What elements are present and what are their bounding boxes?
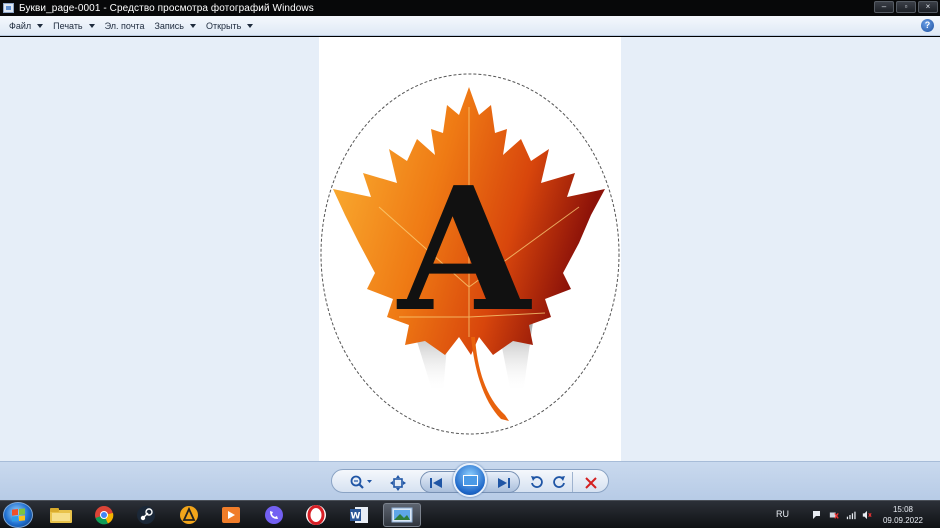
menu-print-label: Печать <box>53 20 83 31</box>
delete-icon <box>585 477 597 489</box>
dropdown-arrow-icon <box>189 23 196 28</box>
taskbar-opera[interactable] <box>297 503 335 527</box>
menu-file[interactable]: Файл <box>4 17 48 35</box>
start-button[interactable] <box>3 502 33 528</box>
next-button[interactable] <box>496 476 512 488</box>
rotate-cw-icon <box>553 476 565 488</box>
clock-time: 15:08 <box>892 505 914 514</box>
dropdown-arrow-icon <box>247 23 254 28</box>
title-bar: Букви_page-0001 - Средство просмотра фот… <box>0 0 940 16</box>
taskbar-viber[interactable] <box>255 503 293 527</box>
minimize-button[interactable]: – <box>874 1 894 13</box>
word-icon: W <box>350 507 368 523</box>
network-warning-icon[interactable] <box>829 510 839 520</box>
window-title: Букви_page-0001 - Средство просмотра фот… <box>19 2 314 14</box>
menu-open-label: Открыть <box>205 20 242 31</box>
svg-text:W: W <box>351 512 361 522</box>
menu-email[interactable]: Эл. почта <box>100 17 150 35</box>
previous-button[interactable] <box>428 476 444 488</box>
media-player-icon <box>222 507 240 523</box>
taskbar-media-player[interactable] <box>212 503 250 527</box>
slideshow-button[interactable] <box>453 463 487 497</box>
menu-email-label: Эл. почта <box>104 20 145 31</box>
slideshow-icon <box>462 474 478 486</box>
volume-muted-icon[interactable] <box>862 510 872 520</box>
chrome-icon <box>95 506 114 525</box>
displayed-photo: A <box>319 37 621 461</box>
rotate-ccw-icon <box>531 476 543 488</box>
taskbar: W RU 15:08 09.09.2022 <box>0 500 940 528</box>
menu-print[interactable]: Печать <box>48 17 99 35</box>
rotate-left-button[interactable] <box>529 475 543 489</box>
taskbar-aimp[interactable] <box>170 503 208 527</box>
taskbar-explorer[interactable] <box>42 503 80 527</box>
viber-icon <box>265 506 283 524</box>
letter-a: A <box>396 150 532 350</box>
window-controls: – ▫ × <box>874 1 938 13</box>
maple-leaf-letter-image: A <box>320 73 620 435</box>
taskbar-chrome[interactable] <box>85 503 123 527</box>
photo-viewer-app-icon <box>3 3 14 13</box>
taskbar-photo-viewer[interactable] <box>383 503 421 527</box>
rotate-right-button[interactable] <box>553 475 567 489</box>
actual-size-button[interactable] <box>390 475 406 491</box>
folder-icon <box>50 508 72 523</box>
action-center-icon[interactable] <box>812 510 822 520</box>
dropdown-arrow-icon <box>37 23 44 28</box>
aimp-icon <box>180 506 198 524</box>
language-indicator[interactable]: RU <box>776 509 789 519</box>
clock[interactable]: 15:08 09.09.2022 <box>880 504 926 526</box>
opera-icon <box>306 505 326 525</box>
taskbar-word[interactable]: W <box>340 503 378 527</box>
menu-burn[interactable]: Запись <box>149 17 201 35</box>
menu-burn-label: Запись <box>154 20 184 31</box>
previous-icon <box>430 478 442 488</box>
menu-file-label: Файл <box>9 20 32 31</box>
signal-icon[interactable] <box>846 510 856 520</box>
zoom-button[interactable] <box>348 474 378 490</box>
next-icon <box>498 478 510 488</box>
photo-viewer-icon <box>391 507 413 523</box>
steam-icon <box>137 506 155 524</box>
actual-size-icon <box>390 475 406 491</box>
clock-date: 09.09.2022 <box>882 516 924 525</box>
maximize-button[interactable]: ▫ <box>896 1 916 13</box>
delete-button[interactable] <box>585 476 597 489</box>
menu-open[interactable]: Открыть <box>201 17 258 35</box>
magnifier-icon <box>350 475 372 489</box>
viewer-area: A <box>0 37 940 461</box>
dropdown-arrow-icon <box>88 23 95 28</box>
close-button[interactable]: × <box>918 1 938 13</box>
divider <box>572 472 573 492</box>
windows-logo-icon <box>11 508 25 522</box>
menu-bar: Файл Печать Эл. почта Запись Открыть ? <box>0 16 940 36</box>
help-icon[interactable]: ? <box>921 19 934 32</box>
taskbar-steam[interactable] <box>127 503 165 527</box>
